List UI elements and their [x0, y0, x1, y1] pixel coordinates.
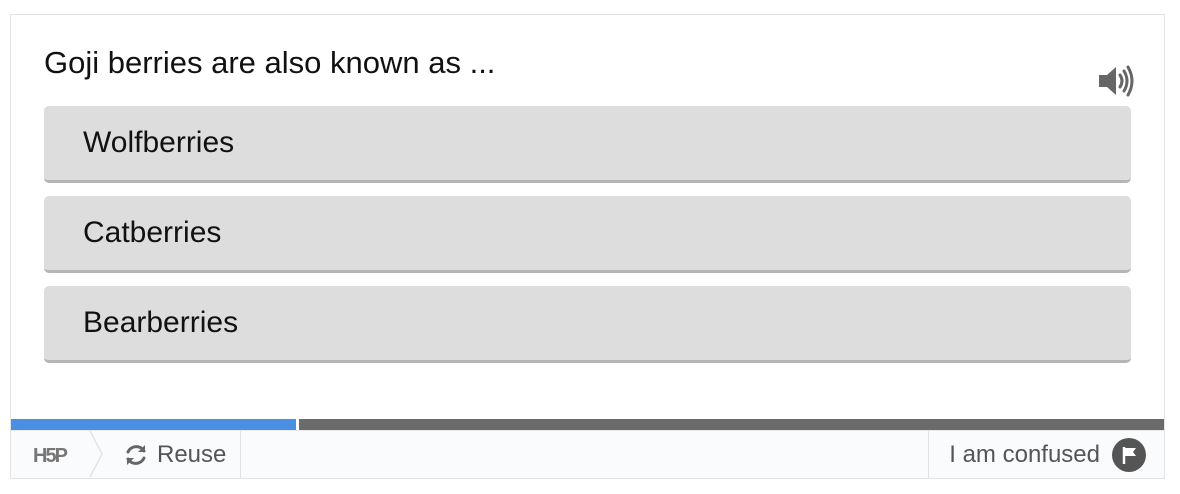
flag-icon — [1112, 437, 1146, 472]
svg-text:H5P: H5P — [33, 445, 68, 467]
quiz-content: Goji berries are also known as ... Wolfb… — [11, 15, 1164, 419]
quiz-frame: Goji berries are also known as ... Wolfb… — [10, 14, 1165, 479]
answer-label: Wolfberries — [83, 126, 235, 159]
answer-label: Catberries — [83, 216, 222, 249]
answer-option-wolfberries[interactable]: Wolfberries — [44, 106, 1131, 183]
h5p-logo-button[interactable]: H5P — [11, 431, 103, 478]
refresh-icon — [126, 444, 146, 465]
reuse-button[interactable]: Reuse — [101, 431, 242, 478]
confused-label: I am confused — [949, 440, 1100, 468]
reuse-label: Reuse — [157, 440, 227, 468]
confused-button[interactable]: I am confused — [928, 431, 1164, 478]
h5p-footer: H5P Reuse I am confused — [11, 430, 1164, 478]
answer-label: Bearberries — [83, 306, 239, 339]
answer-list: Wolfberries Catberries Bearberries — [44, 106, 1131, 363]
progress-fill — [11, 419, 300, 430]
answer-option-bearberries[interactable]: Bearberries — [44, 286, 1131, 363]
speaker-icon — [1099, 65, 1134, 97]
answer-option-catberries[interactable]: Catberries — [44, 196, 1131, 273]
question-text: Goji berries are also known as ... — [44, 45, 496, 80]
audio-button[interactable] — [1096, 63, 1136, 99]
progress-bar — [11, 419, 1164, 430]
chevron-separator-icon — [89, 431, 103, 477]
h5p-logo-icon: H5P — [33, 445, 70, 467]
